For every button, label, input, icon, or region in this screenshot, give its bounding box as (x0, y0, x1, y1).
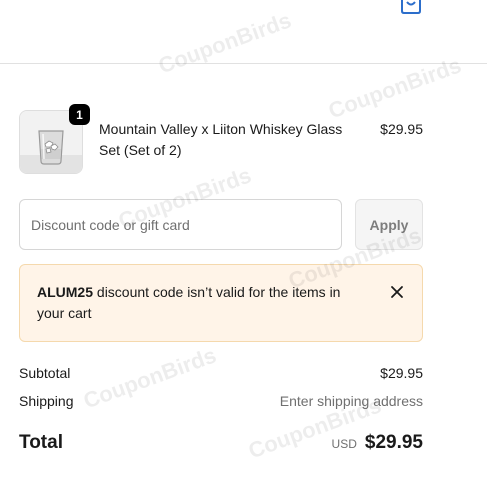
subtotal-label: Subtotal (19, 365, 71, 381)
close-icon[interactable] (387, 282, 407, 302)
alert-discount-code: ALUM25 (37, 284, 94, 300)
quantity-badge: 1 (69, 104, 90, 125)
subtotal-row: Subtotal $29.95 (19, 365, 423, 381)
subtotal-value: $29.95 (380, 365, 423, 381)
product-price: $29.95 (380, 121, 423, 137)
shipping-label: Shipping (19, 393, 74, 409)
cart-line-item: 1 Mountain Valley x Liiton Whiskey Glass… (19, 104, 423, 174)
discount-error-alert: ALUM25 discount code isn’t valid for the… (19, 264, 423, 342)
total-label: Total (19, 432, 63, 453)
product-title: Mountain Valley x Liiton Whiskey Glass S… (99, 121, 343, 158)
total-amount: USD $29.95 (332, 432, 423, 454)
currency-code: USD (331, 437, 357, 451)
shopping-bag-icon[interactable] (400, 0, 422, 14)
alert-message: ALUM25 discount code isn’t valid for the… (37, 282, 362, 324)
total-value: $29.95 (364, 432, 423, 453)
